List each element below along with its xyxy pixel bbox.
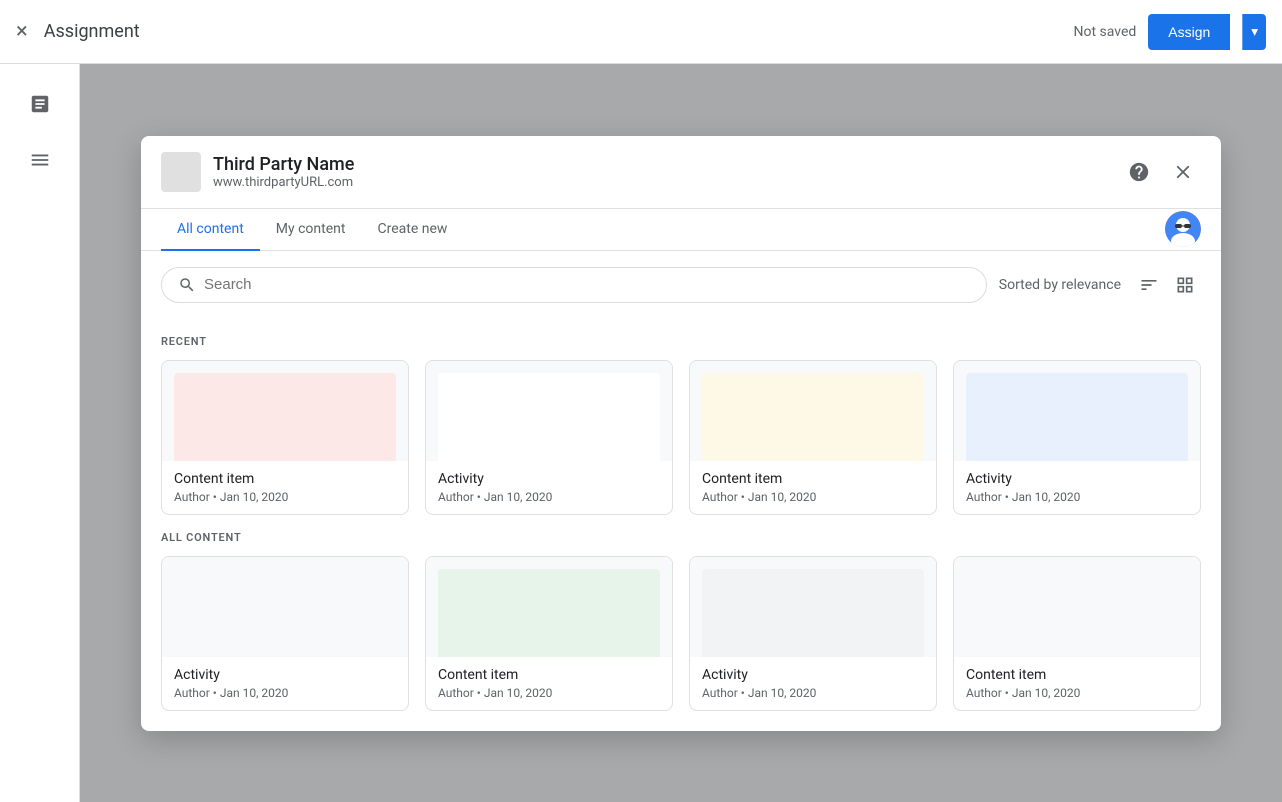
assign-button[interactable]: Assign xyxy=(1148,14,1230,50)
modal-logo xyxy=(161,152,201,192)
main-area: Third Party Name www.thirdpartyURL.com xyxy=(80,64,1282,802)
card-title-all-2: Activity xyxy=(702,667,924,683)
card-thumbnail-recent-3 xyxy=(954,361,1200,461)
app-close-icon[interactable]: × xyxy=(16,19,28,44)
app-title: Assignment xyxy=(44,21,1074,42)
sort-options-button[interactable] xyxy=(1133,269,1165,301)
card-info-all-3: Content item Author • Jan 10, 2020 xyxy=(954,657,1200,710)
card-thumb-color-all-3 xyxy=(966,569,1188,657)
card-title-recent-2: Content item xyxy=(702,471,924,487)
card-info-recent-3: Activity Author • Jan 10, 2020 xyxy=(954,461,1200,514)
modal-content: RECENT Content item Author • Jan 10, 202… xyxy=(141,319,1221,731)
card-thumbnail-recent-0 xyxy=(162,361,408,461)
sidebar-item-assignment[interactable] xyxy=(16,80,64,128)
card-info-all-0: Activity Author • Jan 10, 2020 xyxy=(162,657,408,710)
all-content-section-label: ALL CONTENT xyxy=(161,531,1201,544)
not-saved-label: Not saved xyxy=(1073,24,1136,40)
card-thumbnail-all-2 xyxy=(690,557,936,657)
card-thumbnail-recent-1 xyxy=(426,361,672,461)
card-info-recent-2: Content item Author • Jan 10, 2020 xyxy=(690,461,936,514)
app-background: × Assignment Not saved Assign ▾ xyxy=(0,0,1282,802)
card-thumbnail-all-3 xyxy=(954,557,1200,657)
card-meta-all-2: Author • Jan 10, 2020 xyxy=(702,686,924,700)
card-title-recent-1: Activity xyxy=(438,471,660,487)
modal-header-info: Third Party Name www.thirdpartyURL.com xyxy=(213,154,1121,190)
card-title-all-3: Content item xyxy=(966,667,1188,683)
card-recent-2[interactable]: Content item Author • Jan 10, 2020 xyxy=(689,360,937,515)
card-title-recent-3: Activity xyxy=(966,471,1188,487)
sort-by-label: Sorted by relevance xyxy=(999,277,1121,293)
card-all-0[interactable]: Activity Author • Jan 10, 2020 xyxy=(161,556,409,711)
assign-dropdown-arrow: ▾ xyxy=(1251,24,1258,40)
modal-header-actions xyxy=(1121,154,1201,190)
card-thumb-color-recent-1 xyxy=(438,373,660,461)
card-meta-recent-2: Author • Jan 10, 2020 xyxy=(702,490,924,504)
search-input[interactable] xyxy=(204,276,970,293)
tab-my-content[interactable]: My content xyxy=(260,209,362,251)
card-info-recent-0: Content item Author • Jan 10, 2020 xyxy=(162,461,408,514)
card-meta-recent-0: Author • Jan 10, 2020 xyxy=(174,490,396,504)
card-thumbnail-all-1 xyxy=(426,557,672,657)
card-thumb-color-recent-0 xyxy=(174,373,396,461)
card-recent-0[interactable]: Content item Author • Jan 10, 2020 xyxy=(161,360,409,515)
search-icon xyxy=(178,276,196,294)
card-thumbnail-recent-2 xyxy=(690,361,936,461)
app-header: × Assignment Not saved Assign ▾ xyxy=(0,0,1282,64)
card-all-3[interactable]: Content item Author • Jan 10, 2020 xyxy=(953,556,1201,711)
sidebar-item-list[interactable] xyxy=(16,136,64,184)
card-meta-all-1: Author • Jan 10, 2020 xyxy=(438,686,660,700)
modal-dialog: Third Party Name www.thirdpartyURL.com xyxy=(141,136,1221,731)
card-title-all-1: Content item xyxy=(438,667,660,683)
card-recent-3[interactable]: Activity Author • Jan 10, 2020 xyxy=(953,360,1201,515)
card-meta-recent-3: Author • Jan 10, 2020 xyxy=(966,490,1188,504)
card-thumbnail-all-0 xyxy=(162,557,408,657)
card-meta-all-0: Author • Jan 10, 2020 xyxy=(174,686,396,700)
card-meta-all-3: Author • Jan 10, 2020 xyxy=(966,686,1188,700)
card-recent-1[interactable]: Activity Author • Jan 10, 2020 xyxy=(425,360,673,515)
grid-view-button[interactable] xyxy=(1169,269,1201,301)
card-info-all-2: Activity Author • Jan 10, 2020 xyxy=(690,657,936,710)
card-all-1[interactable]: Content item Author • Jan 10, 2020 xyxy=(425,556,673,711)
modal-title: Third Party Name xyxy=(213,154,1121,175)
modal-close-button[interactable] xyxy=(1165,154,1201,190)
all-content-cards-grid: Activity Author • Jan 10, 2020 Content i… xyxy=(161,556,1201,711)
tab-create-new[interactable]: Create new xyxy=(361,209,463,251)
search-bar: Sorted by relevance xyxy=(141,251,1221,319)
user-avatar[interactable] xyxy=(1165,211,1201,247)
tab-avatar-area xyxy=(1165,211,1201,247)
card-thumb-color-recent-3 xyxy=(966,373,1188,461)
card-thumb-color-all-1 xyxy=(438,569,660,657)
view-icons xyxy=(1133,269,1201,301)
search-input-wrapper[interactable] xyxy=(161,267,987,303)
card-title-all-0: Activity xyxy=(174,667,396,683)
modal-url: www.thirdpartyURL.com xyxy=(213,175,1121,190)
card-thumb-color-all-2 xyxy=(702,569,924,657)
app-content: Third Party Name www.thirdpartyURL.com xyxy=(0,64,1282,802)
card-thumb-color-all-0 xyxy=(174,569,396,657)
card-info-all-1: Content item Author • Jan 10, 2020 xyxy=(426,657,672,710)
card-info-recent-1: Activity Author • Jan 10, 2020 xyxy=(426,461,672,514)
app-header-right: Not saved Assign ▾ xyxy=(1073,14,1266,50)
recent-cards-grid: Content item Author • Jan 10, 2020 Activ… xyxy=(161,360,1201,515)
assign-dropdown-button[interactable]: ▾ xyxy=(1242,14,1266,50)
help-button[interactable] xyxy=(1121,154,1157,190)
card-meta-recent-1: Author • Jan 10, 2020 xyxy=(438,490,660,504)
modal-header: Third Party Name www.thirdpartyURL.com xyxy=(141,136,1221,209)
recent-section-label: RECENT xyxy=(161,335,1201,348)
tabs: All content My content Create new xyxy=(141,209,1221,251)
sidebar xyxy=(0,64,80,802)
modal-overlay: Third Party Name www.thirdpartyURL.com xyxy=(80,64,1282,802)
card-thumb-color-recent-2 xyxy=(702,373,924,461)
tab-all-content[interactable]: All content xyxy=(161,209,260,251)
card-title-recent-0: Content item xyxy=(174,471,396,487)
card-all-2[interactable]: Activity Author • Jan 10, 2020 xyxy=(689,556,937,711)
